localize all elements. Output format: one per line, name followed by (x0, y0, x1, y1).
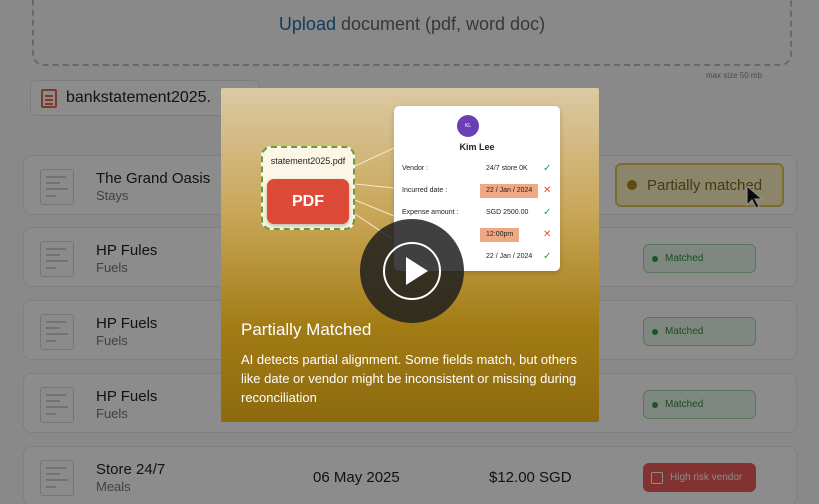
field-value: SGD 2500.00 (486, 209, 529, 216)
card-title: Partially Matched (241, 320, 372, 339)
field-label: Incurred date : (402, 187, 448, 194)
play-button[interactable] (360, 219, 464, 323)
field-value: 22 / Jan / 2024 (486, 253, 533, 260)
detail-row: Incurred date : 22 / Jan / 2024 ✕ (402, 184, 556, 198)
check-icon: ✓ (543, 251, 552, 262)
check-icon: ✓ (543, 163, 552, 174)
check-icon: ✓ (543, 207, 552, 218)
detail-row: Vendor : 24/7 store 0K ✓ (402, 162, 556, 176)
field-label: Vendor : (402, 165, 429, 172)
field-label: Expense amount : (402, 209, 459, 216)
reconciliation-page: or Upload document (pdf, word doc) max s… (0, 0, 819, 504)
statement-document: statement2025.pdf PDF (261, 146, 355, 230)
play-icon (406, 257, 428, 285)
field-value: 24/7 store 0K (486, 165, 528, 172)
detail-row: Expense amount : SGD 2500.00 ✓ (402, 206, 556, 220)
field-value: 22 / Jan / 2024 (480, 184, 539, 198)
user-name: Kim Lee (459, 142, 495, 152)
pdf-badge: PDF (267, 179, 349, 224)
card-description: AI detects partial alignment. Some field… (241, 352, 578, 405)
field-value: 12:00pm (480, 228, 520, 242)
cross-icon: ✕ (543, 229, 552, 240)
cross-icon: ✕ (543, 185, 552, 196)
avatar: KL (457, 115, 479, 137)
document-title: statement2025.pdf (270, 156, 346, 166)
